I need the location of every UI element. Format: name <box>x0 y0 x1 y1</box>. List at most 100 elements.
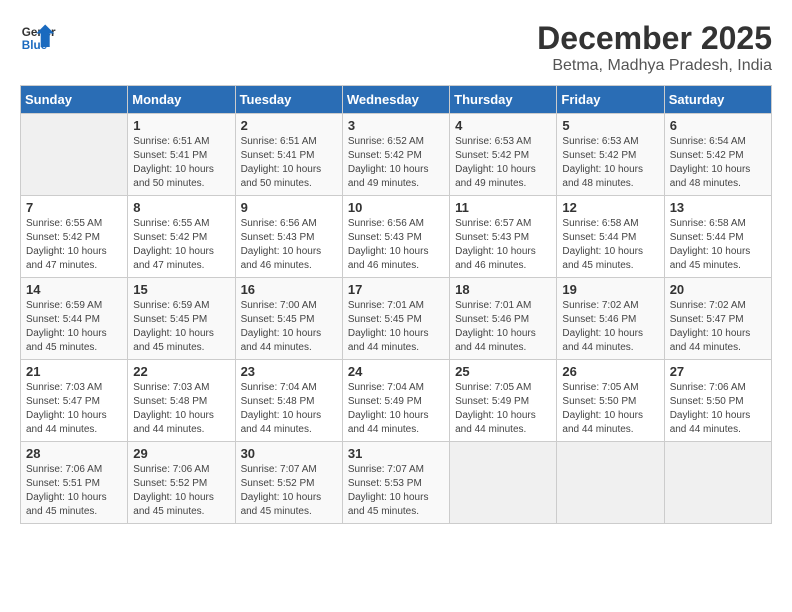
week-row-1: 1 Sunrise: 6:51 AM Sunset: 5:41 PM Daylig… <box>21 114 772 196</box>
header-day-thursday: Thursday <box>450 86 557 114</box>
day-info: Sunrise: 6:56 AM Sunset: 5:43 PM Dayligh… <box>241 217 337 273</box>
day-number: 1 <box>133 118 229 133</box>
week-row-5: 28Sunrise: 7:06 AM Sunset: 5:51 PM Dayli… <box>21 442 772 524</box>
day-number: 4 <box>455 118 551 133</box>
day-number: 24 <box>348 364 444 379</box>
day-info: Sunrise: 6:59 AM Sunset: 5:45 PM Dayligh… <box>133 299 229 355</box>
day-cell: 2 Sunrise: 6:51 AM Sunset: 5:41 PM Daylig… <box>235 114 342 196</box>
day-cell: 6 Sunrise: 6:54 AM Sunset: 5:42 PM Daylig… <box>664 114 771 196</box>
day-info: Sunrise: 6:55 AM Sunset: 5:42 PM Dayligh… <box>133 217 229 273</box>
logo-icon: General Blue <box>20 20 56 56</box>
day-info: Sunrise: 6:51 AM Sunset: 5:41 PM Dayligh… <box>133 135 229 191</box>
day-number: 11 <box>455 200 551 215</box>
day-number: 23 <box>241 364 337 379</box>
day-info: Sunrise: 7:01 AM Sunset: 5:46 PM Dayligh… <box>455 299 551 355</box>
header-day-saturday: Saturday <box>664 86 771 114</box>
day-cell: 9 Sunrise: 6:56 AM Sunset: 5:43 PM Daylig… <box>235 196 342 278</box>
day-cell <box>664 442 771 524</box>
day-number: 14 <box>26 282 122 297</box>
day-info: Sunrise: 7:01 AM Sunset: 5:45 PM Dayligh… <box>348 299 444 355</box>
day-number: 21 <box>26 364 122 379</box>
day-number: 6 <box>670 118 766 133</box>
day-number: 3 <box>348 118 444 133</box>
day-info: Sunrise: 6:56 AM Sunset: 5:43 PM Dayligh… <box>348 217 444 273</box>
day-info: Sunrise: 6:51 AM Sunset: 5:41 PM Dayligh… <box>241 135 337 191</box>
day-info: Sunrise: 7:04 AM Sunset: 5:48 PM Dayligh… <box>241 381 337 437</box>
day-number: 25 <box>455 364 551 379</box>
day-cell: 30 Sunrise: 7:07 AM Sunset: 5:52 PM Dayli… <box>235 442 342 524</box>
day-cell: 12Sunrise: 6:58 AM Sunset: 5:44 PM Dayli… <box>557 196 664 278</box>
day-number: 18 <box>455 282 551 297</box>
day-cell: 29 Sunrise: 7:06 AM Sunset: 5:52 PM Dayli… <box>128 442 235 524</box>
day-cell: 28Sunrise: 7:06 AM Sunset: 5:51 PM Dayli… <box>21 442 128 524</box>
day-info: Sunrise: 7:05 AM Sunset: 5:50 PM Dayligh… <box>562 381 658 437</box>
header-day-friday: Friday <box>557 86 664 114</box>
day-info: Sunrise: 6:54 AM Sunset: 5:42 PM Dayligh… <box>670 135 766 191</box>
day-info: Sunrise: 7:07 AM Sunset: 5:52 PM Dayligh… <box>241 463 337 519</box>
day-cell <box>450 442 557 524</box>
day-number: 30 <box>241 446 337 461</box>
day-info: Sunrise: 7:03 AM Sunset: 5:48 PM Dayligh… <box>133 381 229 437</box>
title-area: December 2025 Betma, Madhya Pradesh, Ind… <box>537 20 772 75</box>
day-number: 31 <box>348 446 444 461</box>
day-cell: 27 Sunrise: 7:06 AM Sunset: 5:50 PM Dayli… <box>664 360 771 442</box>
day-number: 19 <box>562 282 658 297</box>
day-info: Sunrise: 7:00 AM Sunset: 5:45 PM Dayligh… <box>241 299 337 355</box>
day-info: Sunrise: 7:02 AM Sunset: 5:46 PM Dayligh… <box>562 299 658 355</box>
header-day-sunday: Sunday <box>21 86 128 114</box>
month-title: December 2025 <box>537 20 772 57</box>
day-cell: 22Sunrise: 7:03 AM Sunset: 5:48 PM Dayli… <box>128 360 235 442</box>
day-cell: 26 Sunrise: 7:05 AM Sunset: 5:50 PM Dayli… <box>557 360 664 442</box>
day-info: Sunrise: 6:55 AM Sunset: 5:42 PM Dayligh… <box>26 217 122 273</box>
day-number: 7 <box>26 200 122 215</box>
header: General Blue December 2025 Betma, Madhya… <box>20 20 772 75</box>
day-number: 10 <box>348 200 444 215</box>
day-cell: 4 Sunrise: 6:53 AM Sunset: 5:42 PM Daylig… <box>450 114 557 196</box>
header-day-tuesday: Tuesday <box>235 86 342 114</box>
day-cell: 31 Sunrise: 7:07 AM Sunset: 5:53 PM Dayli… <box>342 442 449 524</box>
day-cell: 8 Sunrise: 6:55 AM Sunset: 5:42 PM Daylig… <box>128 196 235 278</box>
day-info: Sunrise: 6:58 AM Sunset: 5:44 PM Dayligh… <box>670 217 766 273</box>
header-day-wednesday: Wednesday <box>342 86 449 114</box>
day-cell: 10 Sunrise: 6:56 AM Sunset: 5:43 PM Dayli… <box>342 196 449 278</box>
week-row-4: 21Sunrise: 7:03 AM Sunset: 5:47 PM Dayli… <box>21 360 772 442</box>
day-number: 16 <box>241 282 337 297</box>
day-cell <box>557 442 664 524</box>
day-info: Sunrise: 7:06 AM Sunset: 5:50 PM Dayligh… <box>670 381 766 437</box>
header-row: SundayMondayTuesdayWednesdayThursdayFrid… <box>21 86 772 114</box>
day-number: 2 <box>241 118 337 133</box>
day-cell: 1 Sunrise: 6:51 AM Sunset: 5:41 PM Daylig… <box>128 114 235 196</box>
day-number: 9 <box>241 200 337 215</box>
day-cell: 5Sunrise: 6:53 AM Sunset: 5:42 PM Daylig… <box>557 114 664 196</box>
day-number: 8 <box>133 200 229 215</box>
day-cell: 3 Sunrise: 6:52 AM Sunset: 5:42 PM Daylig… <box>342 114 449 196</box>
day-cell: 17 Sunrise: 7:01 AM Sunset: 5:45 PM Dayli… <box>342 278 449 360</box>
day-cell: 24 Sunrise: 7:04 AM Sunset: 5:49 PM Dayli… <box>342 360 449 442</box>
day-info: Sunrise: 7:02 AM Sunset: 5:47 PM Dayligh… <box>670 299 766 355</box>
day-info: Sunrise: 7:07 AM Sunset: 5:53 PM Dayligh… <box>348 463 444 519</box>
day-info: Sunrise: 7:04 AM Sunset: 5:49 PM Dayligh… <box>348 381 444 437</box>
day-cell: 20 Sunrise: 7:02 AM Sunset: 5:47 PM Dayli… <box>664 278 771 360</box>
day-number: 26 <box>562 364 658 379</box>
week-row-3: 14 Sunrise: 6:59 AM Sunset: 5:44 PM Dayli… <box>21 278 772 360</box>
day-number: 27 <box>670 364 766 379</box>
day-number: 20 <box>670 282 766 297</box>
day-cell <box>21 114 128 196</box>
day-info: Sunrise: 6:53 AM Sunset: 5:42 PM Dayligh… <box>455 135 551 191</box>
day-number: 29 <box>133 446 229 461</box>
day-cell: 14 Sunrise: 6:59 AM Sunset: 5:44 PM Dayli… <box>21 278 128 360</box>
day-cell: 15Sunrise: 6:59 AM Sunset: 5:45 PM Dayli… <box>128 278 235 360</box>
day-cell: 23 Sunrise: 7:04 AM Sunset: 5:48 PM Dayli… <box>235 360 342 442</box>
day-info: Sunrise: 7:06 AM Sunset: 5:52 PM Dayligh… <box>133 463 229 519</box>
day-info: Sunrise: 6:52 AM Sunset: 5:42 PM Dayligh… <box>348 135 444 191</box>
day-number: 17 <box>348 282 444 297</box>
day-cell: 16 Sunrise: 7:00 AM Sunset: 5:45 PM Dayli… <box>235 278 342 360</box>
day-info: Sunrise: 6:57 AM Sunset: 5:43 PM Dayligh… <box>455 217 551 273</box>
header-day-monday: Monday <box>128 86 235 114</box>
day-info: Sunrise: 6:59 AM Sunset: 5:44 PM Dayligh… <box>26 299 122 355</box>
day-cell: 25 Sunrise: 7:05 AM Sunset: 5:49 PM Dayli… <box>450 360 557 442</box>
day-info: Sunrise: 7:05 AM Sunset: 5:49 PM Dayligh… <box>455 381 551 437</box>
day-info: Sunrise: 7:06 AM Sunset: 5:51 PM Dayligh… <box>26 463 122 519</box>
day-number: 13 <box>670 200 766 215</box>
week-row-2: 7 Sunrise: 6:55 AM Sunset: 5:42 PM Daylig… <box>21 196 772 278</box>
